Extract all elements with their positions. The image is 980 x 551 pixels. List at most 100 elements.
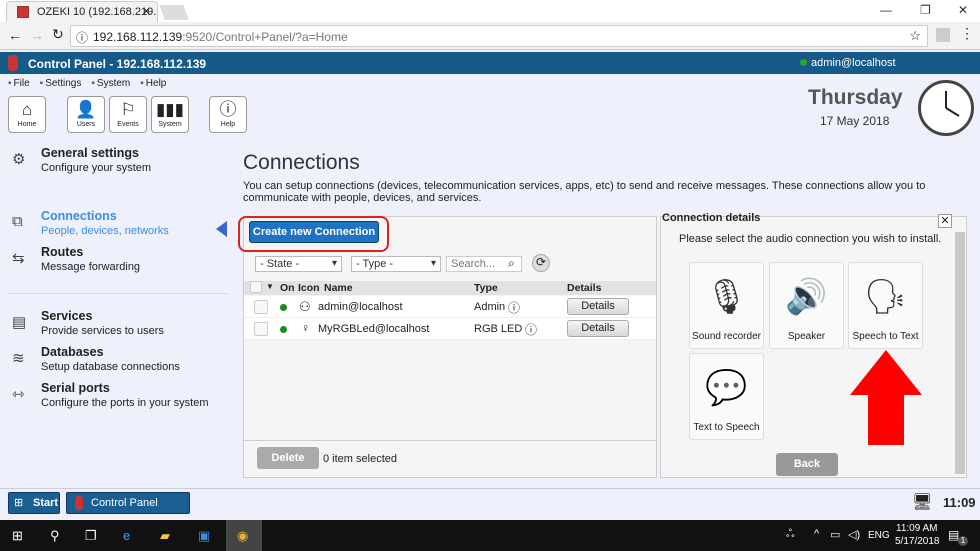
text-to-speech-icon: 💬: [705, 369, 748, 407]
type-filter-select[interactable]: - Type -: [351, 256, 441, 272]
control-panel-task-button[interactable]: Control Panel: [66, 492, 190, 514]
selected-indicator-arrow: [216, 221, 227, 237]
server-icon: ▤: [12, 314, 27, 331]
minimize-icon[interactable]: —: [880, 3, 892, 17]
user-icon: ⚇: [299, 299, 311, 314]
name-column-sort[interactable]: Name: [324, 282, 353, 294]
delete-button[interactable]: Delete: [257, 447, 319, 469]
menu-system[interactable]: System: [91, 78, 130, 89]
start-button[interactable]: ⊞ Start: [8, 492, 60, 514]
show-hidden-icons[interactable]: ^: [814, 528, 819, 540]
page-title: Connections: [243, 151, 360, 174]
store-icon[interactable]: ▣: [198, 528, 210, 544]
row-checkbox[interactable]: [254, 300, 268, 314]
details-button[interactable]: Details: [567, 320, 629, 337]
close-window-icon[interactable]: ✕: [958, 3, 968, 17]
help-icon[interactable]: ⓘ: [525, 321, 537, 338]
option-speech-to-text[interactable]: 🗣 Speech to Text: [848, 262, 923, 349]
extension-icon[interactable]: [936, 28, 950, 42]
edge-icon[interactable]: e: [123, 528, 130, 543]
signpost-icon: ⇆: [12, 250, 25, 267]
date: 17 May 2018: [820, 114, 890, 128]
ozeki-favicon: [17, 6, 29, 18]
toolbar-help-button[interactable]: ⓘ Help: [209, 96, 247, 133]
browser-tab-bar: OZEKI 10 (192.168.219.13 ✕ — ❐ ✕: [0, 0, 980, 22]
table-header: ▼ On Icon Name Type Details: [244, 281, 656, 295]
weekday: Thursday: [808, 86, 903, 109]
state-filter-select[interactable]: - State -: [255, 256, 342, 272]
new-tab-button[interactable]: [159, 5, 189, 20]
ozeki-logo-icon: [8, 55, 18, 71]
panel-footer-divider: [244, 440, 656, 441]
browser-menu-icon[interactable]: ⋮: [960, 25, 974, 42]
details-button[interactable]: Details: [567, 298, 629, 315]
home-icon: ⌂: [21, 100, 33, 119]
speaking-head-icon: 🗣: [863, 278, 908, 316]
menu-file[interactable]: File: [8, 78, 30, 89]
language-indicator[interactable]: ENG: [868, 530, 890, 541]
close-icon[interactable]: ✕: [938, 214, 952, 228]
toolbar-events-button[interactable]: ⚐ Events: [109, 96, 147, 133]
taskbar-date[interactable]: 5/17/2018: [895, 536, 940, 547]
chrome-taskbar-button[interactable]: ◉: [226, 520, 262, 551]
file-explorer-icon[interactable]: ▰: [160, 528, 170, 544]
speaker-icon: 🔊: [785, 278, 828, 316]
table-row[interactable]: ♀ MyRGBLed@localhost RGB LED ⓘ Details: [244, 318, 656, 340]
info-icon: ⓘ: [76, 31, 89, 45]
help-icon[interactable]: ⓘ: [508, 299, 520, 316]
back-button[interactable]: Back: [776, 453, 838, 476]
user-icon: 👤: [75, 100, 97, 119]
status-on-indicator: [280, 326, 287, 333]
row-checkbox[interactable]: [254, 322, 268, 336]
chrome-icon: ◉: [237, 528, 249, 543]
menu-settings[interactable]: Settings: [40, 78, 82, 89]
scrollbar[interactable]: [955, 232, 965, 474]
refresh-icon[interactable]: ⟳: [532, 254, 550, 272]
url-input[interactable]: ⓘ 192.168.112.139:9520/Control+Panel/?a=H…: [70, 25, 928, 47]
connections-icon: ⧉: [12, 213, 23, 230]
option-text-to-speech[interactable]: 💬 Text to Speech: [689, 353, 764, 440]
taskbar-time[interactable]: 11:09 AM: [896, 523, 938, 534]
info-icon: ⓘ: [219, 100, 237, 119]
toolbar-home-button[interactable]: ⌂ Home: [8, 96, 46, 133]
close-tab-icon[interactable]: ✕: [142, 5, 151, 18]
analog-clock: [918, 80, 974, 136]
notification-count: 1: [958, 536, 968, 546]
restore-icon[interactable]: ❐: [920, 3, 931, 17]
forward-icon[interactable]: →: [30, 27, 44, 43]
windows-start-icon[interactable]: ⊞: [12, 528, 23, 544]
menu-bar: File Settings System Help: [8, 78, 176, 89]
select-dropdown-icon[interactable]: ▼: [266, 282, 274, 291]
address-bar-row: ← → ↻ ⓘ 192.168.112.139:9520/Control+Pane…: [0, 22, 980, 50]
led-icon: ♀: [301, 321, 310, 335]
windows-logo-icon: ⊞: [14, 497, 24, 509]
people-icon[interactable]: ஃ: [786, 528, 795, 542]
back-icon[interactable]: ←: [8, 27, 22, 43]
search-icon[interactable]: ⚲: [50, 528, 60, 544]
network-icon[interactable]: ▭: [830, 528, 840, 541]
flag-icon: ⚐: [120, 100, 136, 119]
volume-icon[interactable]: ◁): [848, 528, 860, 541]
reload-icon[interactable]: ↻: [52, 26, 64, 43]
windows-taskbar: ⊞ ⚲ ❐ e ▰ ▣ ◉ ஃ ^ ▭ ◁) ENG 11:09 AM 5/17…: [0, 520, 980, 551]
panel-prompt: Please select the audio connection you w…: [679, 233, 942, 245]
task-view-icon[interactable]: ❐: [85, 528, 97, 544]
search-icon[interactable]: ⌕: [508, 256, 515, 271]
toolbar-system-button[interactable]: ▮▮▮ System: [151, 96, 189, 133]
select-all-checkbox[interactable]: [250, 281, 262, 293]
option-sound-recorder[interactable]: 🎙 Sound recorder: [689, 262, 764, 349]
option-speaker[interactable]: 🔊 Speaker: [769, 262, 844, 349]
logged-in-user[interactable]: admin@localhost: [800, 57, 896, 69]
page-description: You can setup connections (devices, tele…: [243, 180, 926, 204]
bookmark-star-icon[interactable]: ☆: [909, 28, 921, 44]
monitor-icon[interactable]: 🖥: [912, 492, 932, 512]
red-arrow-annotation: [850, 350, 922, 445]
table-row[interactable]: ⚇ admin@localhost Admin ⓘ Details: [244, 296, 656, 318]
serial-port-icon: ⇿: [12, 386, 25, 403]
bars-icon: ▮▮▮: [155, 100, 185, 119]
toolbar-users-button[interactable]: 👤 Users: [67, 96, 105, 133]
browser-tab[interactable]: OZEKI 10 (192.168.219.13 ✕: [6, 1, 158, 22]
create-new-connection-button[interactable]: Create new Connection: [249, 221, 379, 243]
sidebar-divider: [8, 293, 228, 294]
menu-help[interactable]: Help: [140, 78, 166, 89]
